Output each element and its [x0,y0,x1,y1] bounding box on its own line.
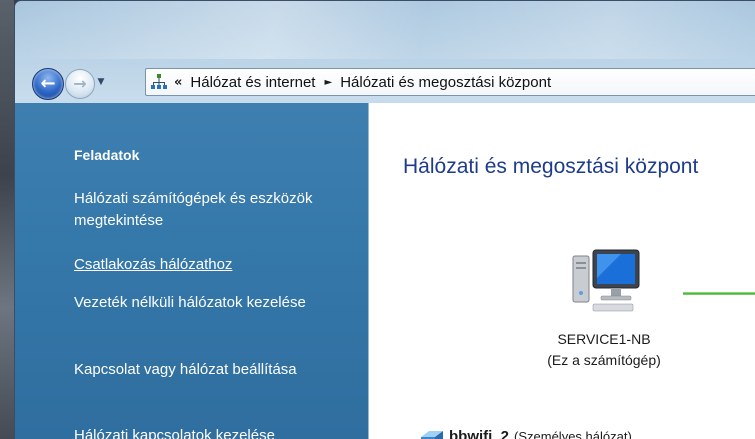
connection-line [683,292,755,295]
task-pane: Feladatok Hálózati számítógépek és eszkö… [15,103,369,439]
computer-icon[interactable] [571,248,641,314]
recent-pages-dropdown[interactable]: ▼ [95,76,107,88]
computer-name: SERVICE1-NB [557,331,651,347]
tasks-header: Feladatok [74,147,140,163]
task-manage-wireless-networks[interactable]: Vezeték nélküli hálózatok kezelése [74,292,359,314]
chevron-down-icon: ▼ [97,77,105,87]
computer-subtitle: (Ez a számítógép) [547,352,661,368]
page-title: Hálózati és megosztási központ [403,155,699,178]
network-name: bbwifi_2 [449,427,510,439]
arrow-left-icon: ← [40,73,56,94]
arrow-right-icon: → [73,74,87,93]
network-icon [150,73,168,91]
forward-button[interactable]: → [65,69,95,99]
title-bar [15,1,755,59]
navigation-bar: ← → ▼ « Hálózat és internet ► Hálózati é… [15,59,755,103]
network-type: (Személyes hálózat) [514,428,632,439]
task-manage-network-connections[interactable]: Hálózati kapcsolatok kezelése [74,425,359,439]
breadcrumb-internet[interactable]: Hálózat és internet [190,74,315,91]
address-bar[interactable]: « Hálózat és internet ► Hálózati és mego… [145,68,755,96]
network-location-icon [421,427,443,439]
main-content: Hálózati és megosztási központ SERVICE1-… [369,103,755,439]
task-setup-connection[interactable]: Kapcsolat vagy hálózat beállítása [74,359,359,381]
task-view-network-computers[interactable]: Hálózati számítógépek és eszközök megtek… [74,188,359,232]
back-button[interactable]: ← [32,68,64,100]
network-row: bbwifi_2 (Személyes hálózat) [421,427,632,439]
desktop-background [0,0,14,439]
network-sharing-center-window: ← → ▼ « Hálózat és internet ► Hálózati é… [14,0,755,439]
breadcrumb-sharing-center[interactable]: Hálózati és megosztási központ [340,74,551,91]
task-connect-to-network[interactable]: Csatlakozás hálózathoz [74,254,359,276]
breadcrumb-overflow-button[interactable]: « [174,75,182,90]
breadcrumb-separator[interactable]: ► [324,77,332,88]
